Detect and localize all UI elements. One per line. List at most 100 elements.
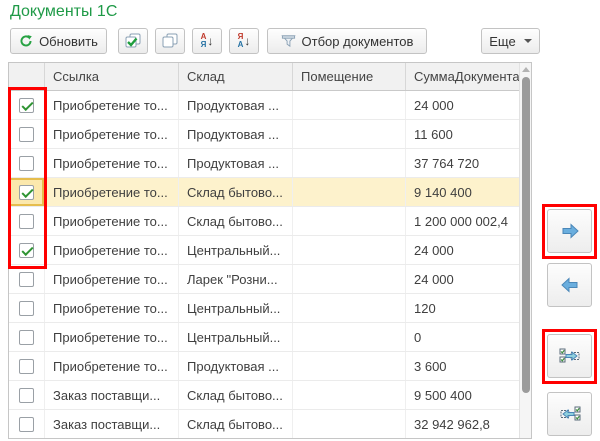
cell-warehouse[interactable]: Ларек "Розни...	[179, 265, 293, 293]
cell-warehouse[interactable]: Продуктовая ...	[179, 149, 293, 177]
cell-warehouse[interactable]: Склад бытово...	[179, 207, 293, 235]
uncheck-all-button[interactable]	[155, 28, 185, 54]
cell-link[interactable]: Приобретение то...	[45, 207, 179, 235]
cell-amount[interactable]: 11 600	[406, 120, 531, 148]
table-row[interactable]: Приобретение то... Склад бытово... 9 140…	[9, 178, 531, 207]
table-row[interactable]: Приобретение то... Центральный... 0	[9, 323, 531, 352]
cell-amount[interactable]: 32 942 962,8	[406, 410, 531, 438]
header-warehouse[interactable]: Склад	[179, 63, 293, 90]
cell-amount[interactable]: 24 000	[406, 236, 531, 264]
row-checkbox-cell[interactable]	[9, 149, 45, 177]
row-checkbox-cell[interactable]	[9, 207, 45, 235]
cell-warehouse[interactable]: Продуктовая ...	[179, 91, 293, 119]
cell-amount[interactable]: 3 600	[406, 352, 531, 380]
row-checkbox-cell[interactable]	[9, 120, 45, 148]
row-checkbox[interactable]	[19, 387, 34, 403]
cell-warehouse[interactable]: Центральный...	[179, 236, 293, 264]
move-left-button[interactable]	[547, 263, 592, 307]
move-marked-left-button[interactable]	[547, 392, 592, 436]
row-checkbox-cell[interactable]	[9, 265, 45, 293]
row-checkbox[interactable]	[19, 184, 34, 200]
cell-warehouse[interactable]: Склад бытово...	[179, 381, 293, 409]
cell-link[interactable]: Приобретение то...	[45, 236, 179, 264]
table-row[interactable]: Приобретение то... Центральный... 24 000	[9, 236, 531, 265]
cell-warehouse[interactable]: Продуктовая ...	[179, 352, 293, 380]
cell-link[interactable]: Приобретение то...	[45, 149, 179, 177]
cell-link[interactable]: Приобретение то...	[45, 120, 179, 148]
row-checkbox-cell[interactable]	[9, 410, 45, 438]
row-checkbox[interactable]	[19, 213, 34, 229]
row-checkbox[interactable]	[19, 126, 34, 142]
cell-room[interactable]	[293, 265, 406, 293]
cell-warehouse[interactable]: Продуктовая ...	[179, 120, 293, 148]
table-row[interactable]: Приобретение то... Склад бытово... 1 200…	[9, 207, 531, 236]
cell-room[interactable]	[293, 323, 406, 351]
table-row[interactable]: Приобретение то... Продуктовая ... 3 600	[9, 352, 531, 381]
row-checkbox-cell[interactable]	[9, 381, 45, 409]
refresh-button[interactable]: Обновить	[10, 28, 107, 54]
more-button[interactable]: Еще	[481, 28, 540, 54]
header-amount[interactable]: СуммаДокумента	[406, 63, 531, 90]
cell-warehouse[interactable]: Центральный...	[179, 294, 293, 322]
cell-amount[interactable]: 9 500 400	[406, 381, 531, 409]
scrollbar-thumb[interactable]	[522, 77, 530, 393]
vertical-scrollbar[interactable]	[519, 63, 531, 438]
row-checkbox[interactable]	[19, 329, 34, 345]
cell-warehouse[interactable]: Склад бытово...	[179, 178, 293, 206]
row-checkbox-cell[interactable]	[9, 178, 45, 206]
row-checkbox[interactable]	[19, 271, 34, 287]
row-checkbox[interactable]	[19, 97, 34, 113]
table-row[interactable]: Заказ поставщи... Склад бытово... 9 500 …	[9, 381, 531, 410]
row-checkbox-cell[interactable]	[9, 323, 45, 351]
row-checkbox-cell[interactable]	[9, 236, 45, 264]
cell-amount[interactable]: 9 140 400	[406, 178, 531, 206]
cell-room[interactable]	[293, 381, 406, 409]
table-row[interactable]: Приобретение то... Продуктовая ... 37 76…	[9, 149, 531, 178]
cell-link[interactable]: Заказ поставщи...	[45, 381, 179, 409]
cell-amount[interactable]: 120	[406, 294, 531, 322]
cell-amount[interactable]: 1 200 000 002,4	[406, 207, 531, 235]
table-row[interactable]: Приобретение то... Ларек "Розни... 24 00…	[9, 265, 531, 294]
cell-warehouse[interactable]: Центральный...	[179, 323, 293, 351]
check-all-button[interactable]	[118, 28, 148, 54]
cell-link[interactable]: Приобретение то...	[45, 323, 179, 351]
cell-link[interactable]: Приобретение то...	[45, 265, 179, 293]
row-checkbox[interactable]	[19, 242, 34, 258]
cell-room[interactable]	[293, 149, 406, 177]
cell-room[interactable]	[293, 352, 406, 380]
cell-link[interactable]: Приобретение то...	[45, 352, 179, 380]
cell-amount[interactable]: 37 764 720	[406, 149, 531, 177]
cell-amount[interactable]: 24 000	[406, 91, 531, 119]
sort-descending-button[interactable]: Я А ↓	[229, 28, 259, 54]
cell-room[interactable]	[293, 236, 406, 264]
header-room[interactable]: Помещение	[293, 63, 406, 90]
header-link[interactable]: Ссылка	[45, 63, 179, 90]
move-marked-right-button[interactable]	[547, 334, 592, 378]
cell-room[interactable]	[293, 120, 406, 148]
table-row[interactable]: Заказ поставщи... Склад бытово... 32 942…	[9, 410, 531, 438]
row-checkbox-cell[interactable]	[9, 294, 45, 322]
row-checkbox[interactable]	[19, 416, 34, 432]
cell-amount[interactable]: 0	[406, 323, 531, 351]
header-checkbox-column[interactable]	[9, 63, 45, 90]
filter-documents-button[interactable]: Отбор документов	[267, 28, 427, 54]
cell-link[interactable]: Приобретение то...	[45, 294, 179, 322]
row-checkbox[interactable]	[19, 300, 34, 316]
move-right-button[interactable]	[547, 209, 592, 253]
scrollbar-up-icon[interactable]	[522, 67, 530, 72]
table-row[interactable]: Приобретение то... Продуктовая ... 11 60…	[9, 120, 531, 149]
row-checkbox[interactable]	[19, 155, 34, 171]
table-row[interactable]: Приобретение то... Продуктовая ... 24 00…	[9, 91, 531, 120]
table-row[interactable]: Приобретение то... Центральный... 120	[9, 294, 531, 323]
cell-room[interactable]	[293, 294, 406, 322]
cell-room[interactable]	[293, 91, 406, 119]
cell-amount[interactable]: 24 000	[406, 265, 531, 293]
cell-warehouse[interactable]: Склад бытово...	[179, 410, 293, 438]
sort-ascending-button[interactable]: А Я ↓	[192, 28, 222, 54]
cell-room[interactable]	[293, 410, 406, 438]
row-checkbox-cell[interactable]	[9, 91, 45, 119]
cell-link[interactable]: Заказ поставщи...	[45, 410, 179, 438]
cell-room[interactable]	[293, 178, 406, 206]
cell-link[interactable]: Приобретение то...	[45, 178, 179, 206]
cell-room[interactable]	[293, 207, 406, 235]
